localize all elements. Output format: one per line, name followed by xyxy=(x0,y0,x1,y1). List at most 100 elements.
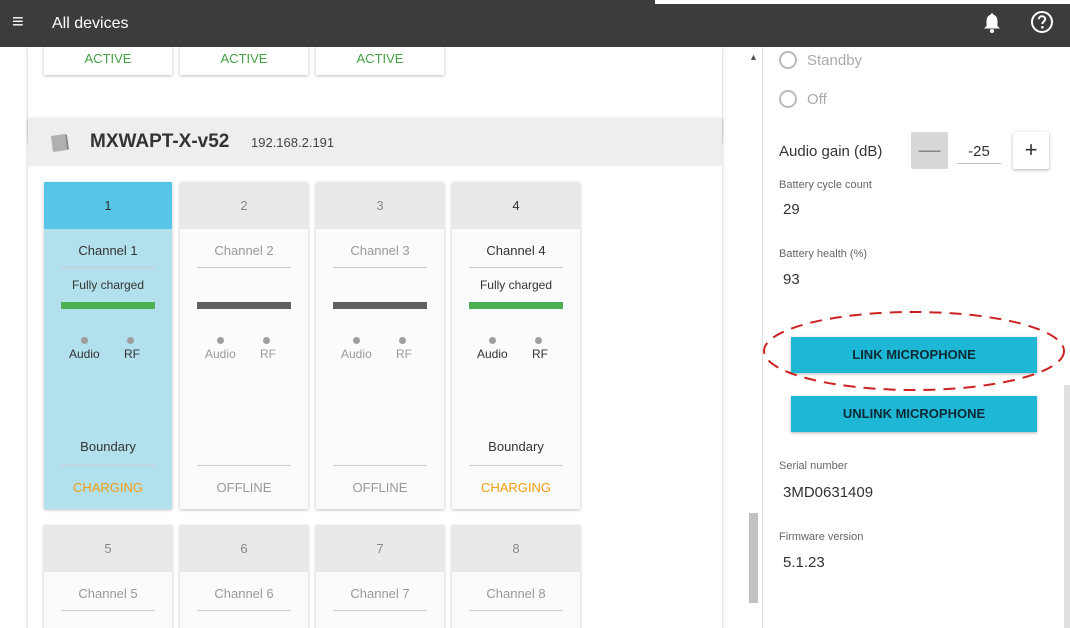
audio-label: Audio xyxy=(477,347,508,361)
page-title: All devices xyxy=(52,15,129,32)
top-bar: ≡ All devices xyxy=(0,0,1070,47)
channel-number: 8 xyxy=(452,525,580,572)
rf-dot-icon xyxy=(127,337,134,344)
gain-decrease-button[interactable]: — xyxy=(911,132,948,169)
battery-health-value: 93 xyxy=(783,271,800,288)
radio-standby[interactable]: Standby xyxy=(779,51,862,69)
meters: Audio RF xyxy=(452,337,580,377)
channel-name: Channel 2 xyxy=(214,243,274,258)
channel-name: Channel 7 xyxy=(350,586,410,601)
mic-type: Boundary xyxy=(80,439,136,454)
status-active: ACTIVE xyxy=(84,51,132,66)
channel-name: Channel 5 xyxy=(78,586,138,601)
battery-health-label: Battery health (%) xyxy=(779,248,868,260)
divider xyxy=(469,610,563,611)
device-header[interactable]: MXWAPT-X-v52 192.168.2.191 xyxy=(28,118,722,166)
audio-label: Audio xyxy=(69,347,100,361)
battery-status xyxy=(316,278,444,296)
radio-off[interactable]: Off xyxy=(779,90,827,108)
help-icon[interactable] xyxy=(1030,10,1054,34)
channel-status-tile[interactable]: ACTIVE xyxy=(44,47,172,75)
divider xyxy=(61,465,155,466)
channel-state: CHARGING xyxy=(480,480,552,495)
channel-card-2[interactable]: 2 Channel 2 Audio RF OFFLINE xyxy=(180,182,308,509)
divider xyxy=(469,267,563,268)
battery-bar xyxy=(61,302,155,309)
channel-card-7[interactable]: 7 Channel 7 xyxy=(316,525,444,628)
device-card: MXWAPT-X-v52 192.168.2.191 1 Channel 1 F… xyxy=(28,118,722,628)
channel-status-tile[interactable]: ACTIVE xyxy=(180,47,308,75)
status-active: ACTIVE xyxy=(356,51,404,66)
channel-number: 6 xyxy=(180,525,308,572)
gain-increase-button[interactable]: + xyxy=(1013,132,1049,169)
firmware-version-label: Firmware version xyxy=(779,531,864,543)
rf-label: RF xyxy=(396,347,412,361)
channel-status-tile[interactable]: ACTIVE xyxy=(316,47,444,75)
channel-card-1[interactable]: 1 Channel 1 Fully charged Audio RF Bound… xyxy=(44,182,172,509)
audio-dot-icon xyxy=(489,337,496,344)
rf-label: RF xyxy=(532,347,548,361)
channel-card-4[interactable]: 4 Channel 4 Fully charged Audio RF Bound… xyxy=(452,182,580,509)
rf-dot-icon xyxy=(263,337,270,344)
audio-dot-icon xyxy=(217,337,224,344)
device-icon xyxy=(48,132,70,154)
rf-label: RF xyxy=(124,347,140,361)
battery-bar xyxy=(197,302,291,309)
battery-status: Fully charged xyxy=(479,278,553,292)
properties-panel: Standby Off Audio gain (dB) — + Battery … xyxy=(762,47,1070,628)
channel-card-5[interactable]: 5 Channel 5 xyxy=(44,525,172,628)
audio-gain-label: Audio gain (dB) xyxy=(779,143,883,160)
battery-status xyxy=(180,278,308,296)
panel-scrollbar[interactable] xyxy=(1064,385,1070,628)
audio-gain-input[interactable] xyxy=(957,140,1001,164)
divider xyxy=(333,465,427,466)
link-microphone-button[interactable]: LINK MICROPHONE xyxy=(791,337,1037,373)
divider xyxy=(333,610,427,611)
audio-dot-icon xyxy=(81,337,88,344)
divider xyxy=(61,610,155,611)
device-name: MXWAPT-X-v52 xyxy=(90,131,230,152)
rf-label: RF xyxy=(260,347,276,361)
radio-circle-icon xyxy=(779,51,797,69)
audio-dot-icon xyxy=(353,337,360,344)
rf-dot-icon xyxy=(535,337,542,344)
unlink-microphone-button[interactable]: UNLINK MICROPHONE xyxy=(791,396,1037,432)
channel-name: Channel 6 xyxy=(214,586,274,601)
battery-bar xyxy=(469,302,563,309)
battery-status: Fully charged xyxy=(71,278,145,292)
device-ip: 192.168.2.191 xyxy=(251,135,335,150)
menu-icon[interactable]: ≡ xyxy=(12,12,30,32)
channel-name: Channel 4 xyxy=(486,243,546,258)
meters: Audio RF xyxy=(180,337,308,377)
status-active: ACTIVE xyxy=(220,51,268,66)
serial-number-label: Serial number xyxy=(779,460,848,472)
meters: Audio RF xyxy=(44,337,172,377)
audio-label: Audio xyxy=(341,347,372,361)
divider xyxy=(197,267,291,268)
channel-state: OFFLINE xyxy=(352,480,408,495)
channel-number: 3 xyxy=(316,182,444,229)
scroll-up-arrow-icon[interactable]: ▲ xyxy=(749,52,758,62)
channel-name: Channel 1 xyxy=(78,243,138,258)
channel-number: 4 xyxy=(452,182,580,229)
serial-number-value: 3MD0631409 xyxy=(783,484,874,501)
meters: Audio RF xyxy=(316,337,444,377)
mic-type: Boundary xyxy=(488,439,544,454)
channel-name: Channel 3 xyxy=(350,243,410,258)
divider xyxy=(61,267,155,268)
channel-card-3[interactable]: 3 Channel 3 Audio RF OFFLINE xyxy=(316,182,444,509)
divider xyxy=(333,267,427,268)
main-scrollbar-thumb[interactable] xyxy=(749,513,758,603)
divider xyxy=(197,610,291,611)
radio-label: Standby xyxy=(807,51,863,69)
channel-name: Channel 8 xyxy=(486,586,546,601)
channel-number: 5 xyxy=(44,525,172,572)
radio-circle-icon xyxy=(779,90,797,108)
top-strip xyxy=(655,0,1070,4)
bell-icon[interactable] xyxy=(983,12,1001,34)
channel-card-8[interactable]: 8 Channel 8 xyxy=(452,525,580,628)
channel-state: OFFLINE xyxy=(216,480,272,495)
battery-bar xyxy=(333,302,427,309)
radio-label: Off xyxy=(807,90,827,108)
channel-card-6[interactable]: 6 Channel 6 xyxy=(180,525,308,628)
